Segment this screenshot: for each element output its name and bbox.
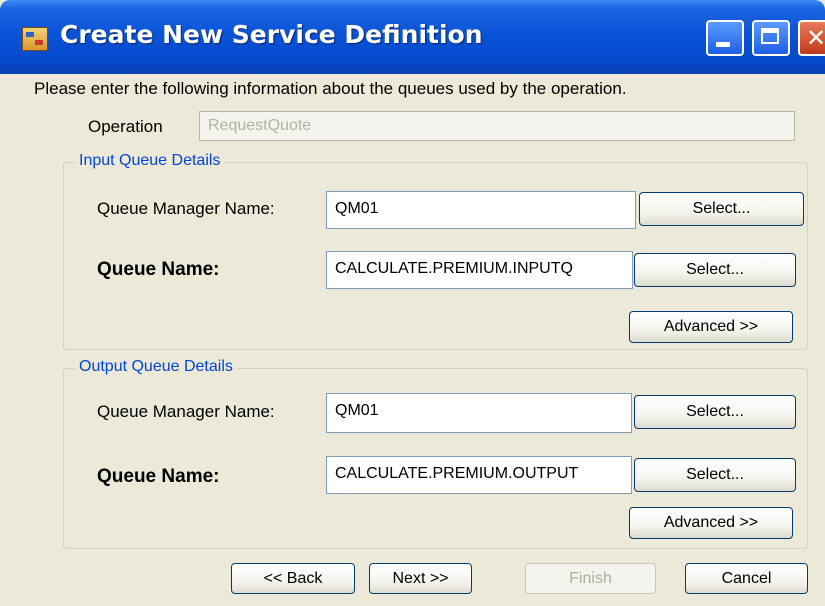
input-qm-label: Queue Manager Name: [97,199,275,218]
minimize-icon [716,42,730,47]
operation-field: RequestQuote [199,111,795,141]
title-bar[interactable]: Create New Service Definition ✕ [0,0,825,74]
close-button[interactable]: ✕ [798,20,825,56]
app-icon [22,27,48,51]
output-advanced-button[interactable]: Advanced >> [629,507,793,539]
finish-button[interactable]: Finish [525,563,656,594]
operation-label: Operation [88,117,163,136]
input-queue-group-title: Input Queue Details [75,152,225,170]
input-advanced-button[interactable]: Advanced >> [629,311,793,343]
input-queue-name-field[interactable]: CALCULATE.PREMIUM.INPUTQ [326,251,633,289]
dialog-window: Create New Service Definition ✕ Please e… [0,0,825,606]
output-queue-group-title: Output Queue Details [75,358,237,376]
output-queue-name-label: Queue Name: [97,466,220,487]
maximize-button[interactable] [752,20,790,56]
input-queue-select-button[interactable]: Select... [634,253,796,287]
output-queue-name-field[interactable]: CALCULATE.PREMIUM.OUTPUT [326,456,632,494]
input-queue-name-label: Queue Name: [97,259,220,280]
window-title: Create New Service Definition [60,20,483,49]
next-button[interactable]: Next >> [369,563,472,594]
output-queue-manager-field[interactable]: QM01 [326,393,632,433]
output-qm-label: Queue Manager Name: [97,402,275,421]
cancel-button[interactable]: Cancel [685,563,808,594]
instructions-text: Please enter the following information a… [34,79,627,98]
close-icon: ✕ [806,24,825,52]
back-button[interactable]: << Back [231,563,355,594]
output-qm-select-button[interactable]: Select... [634,395,796,429]
minimize-button[interactable] [706,20,744,56]
input-qm-select-button[interactable]: Select... [639,192,804,226]
maximize-icon [761,28,779,44]
output-queue-select-button[interactable]: Select... [634,458,796,492]
input-queue-manager-field[interactable]: QM01 [326,191,636,229]
